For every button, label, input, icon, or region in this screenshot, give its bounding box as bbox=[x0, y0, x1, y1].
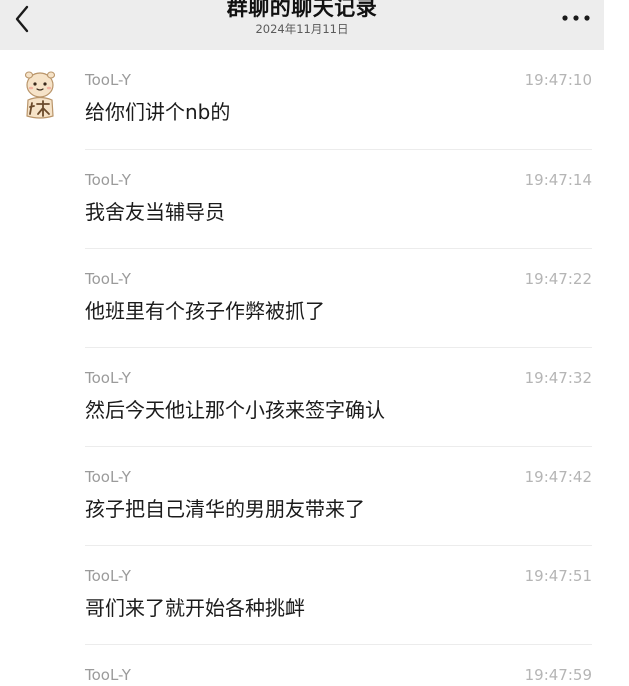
message-time: 19:47:59 bbox=[524, 666, 592, 684]
message-time: 19:47:22 bbox=[524, 270, 592, 288]
page-subtitle-date: 2024年11月11日 bbox=[255, 22, 349, 36]
message-text: 哥们来了就开始各种挑衅 bbox=[85, 596, 305, 620]
divider bbox=[85, 446, 592, 447]
message-sender: TooL-Y bbox=[85, 369, 131, 387]
avatar[interactable] bbox=[18, 70, 62, 122]
divider bbox=[85, 248, 592, 249]
title-block: 群聊的聊天记录 2024年11月11日 bbox=[120, 0, 484, 36]
message-text: 给你们讲个nb的 bbox=[85, 100, 231, 124]
right-gutter bbox=[604, 0, 629, 686]
message-sender: TooL-Y bbox=[85, 270, 131, 288]
message-time: 19:47:32 bbox=[524, 369, 592, 387]
message-time: 19:47:51 bbox=[524, 567, 592, 585]
divider bbox=[85, 545, 592, 546]
message-sender: TooL-Y bbox=[85, 468, 131, 486]
message-sender: TooL-Y bbox=[85, 666, 131, 684]
more-button[interactable] bbox=[556, 6, 596, 30]
message-sender: TooL-Y bbox=[85, 567, 131, 585]
divider bbox=[85, 347, 592, 348]
divider bbox=[85, 644, 592, 645]
more-dots-icon bbox=[562, 15, 590, 21]
message-sender: TooL-Y bbox=[85, 171, 131, 189]
message-time: 19:47:10 bbox=[524, 71, 592, 89]
message-text: 他班里有个孩子作弊被抓了 bbox=[85, 299, 325, 323]
message-time: 19:47:42 bbox=[524, 468, 592, 486]
message-text: 我舍友当辅导员 bbox=[85, 200, 225, 224]
page-title: 群聊的聊天记录 bbox=[226, 0, 378, 20]
message-time: 19:47:14 bbox=[524, 171, 592, 189]
message-text: 然后今天他让那个小孩来签字确认 bbox=[85, 398, 385, 422]
chevron-left-icon bbox=[15, 5, 29, 33]
top-bar: 群聊的聊天记录 2024年11月11日 bbox=[0, 0, 604, 50]
message-sender: TooL-Y bbox=[85, 71, 131, 89]
cartoon-avatar-icon bbox=[24, 71, 56, 119]
chat-history-page: 群聊的聊天记录 2024年11月11日 TooL-Y 19:47:10 给你们讲… bbox=[0, 0, 629, 686]
divider bbox=[85, 149, 592, 150]
message-text: 孩子把自己清华的男朋友带来了 bbox=[85, 497, 365, 521]
back-button[interactable] bbox=[8, 2, 36, 36]
